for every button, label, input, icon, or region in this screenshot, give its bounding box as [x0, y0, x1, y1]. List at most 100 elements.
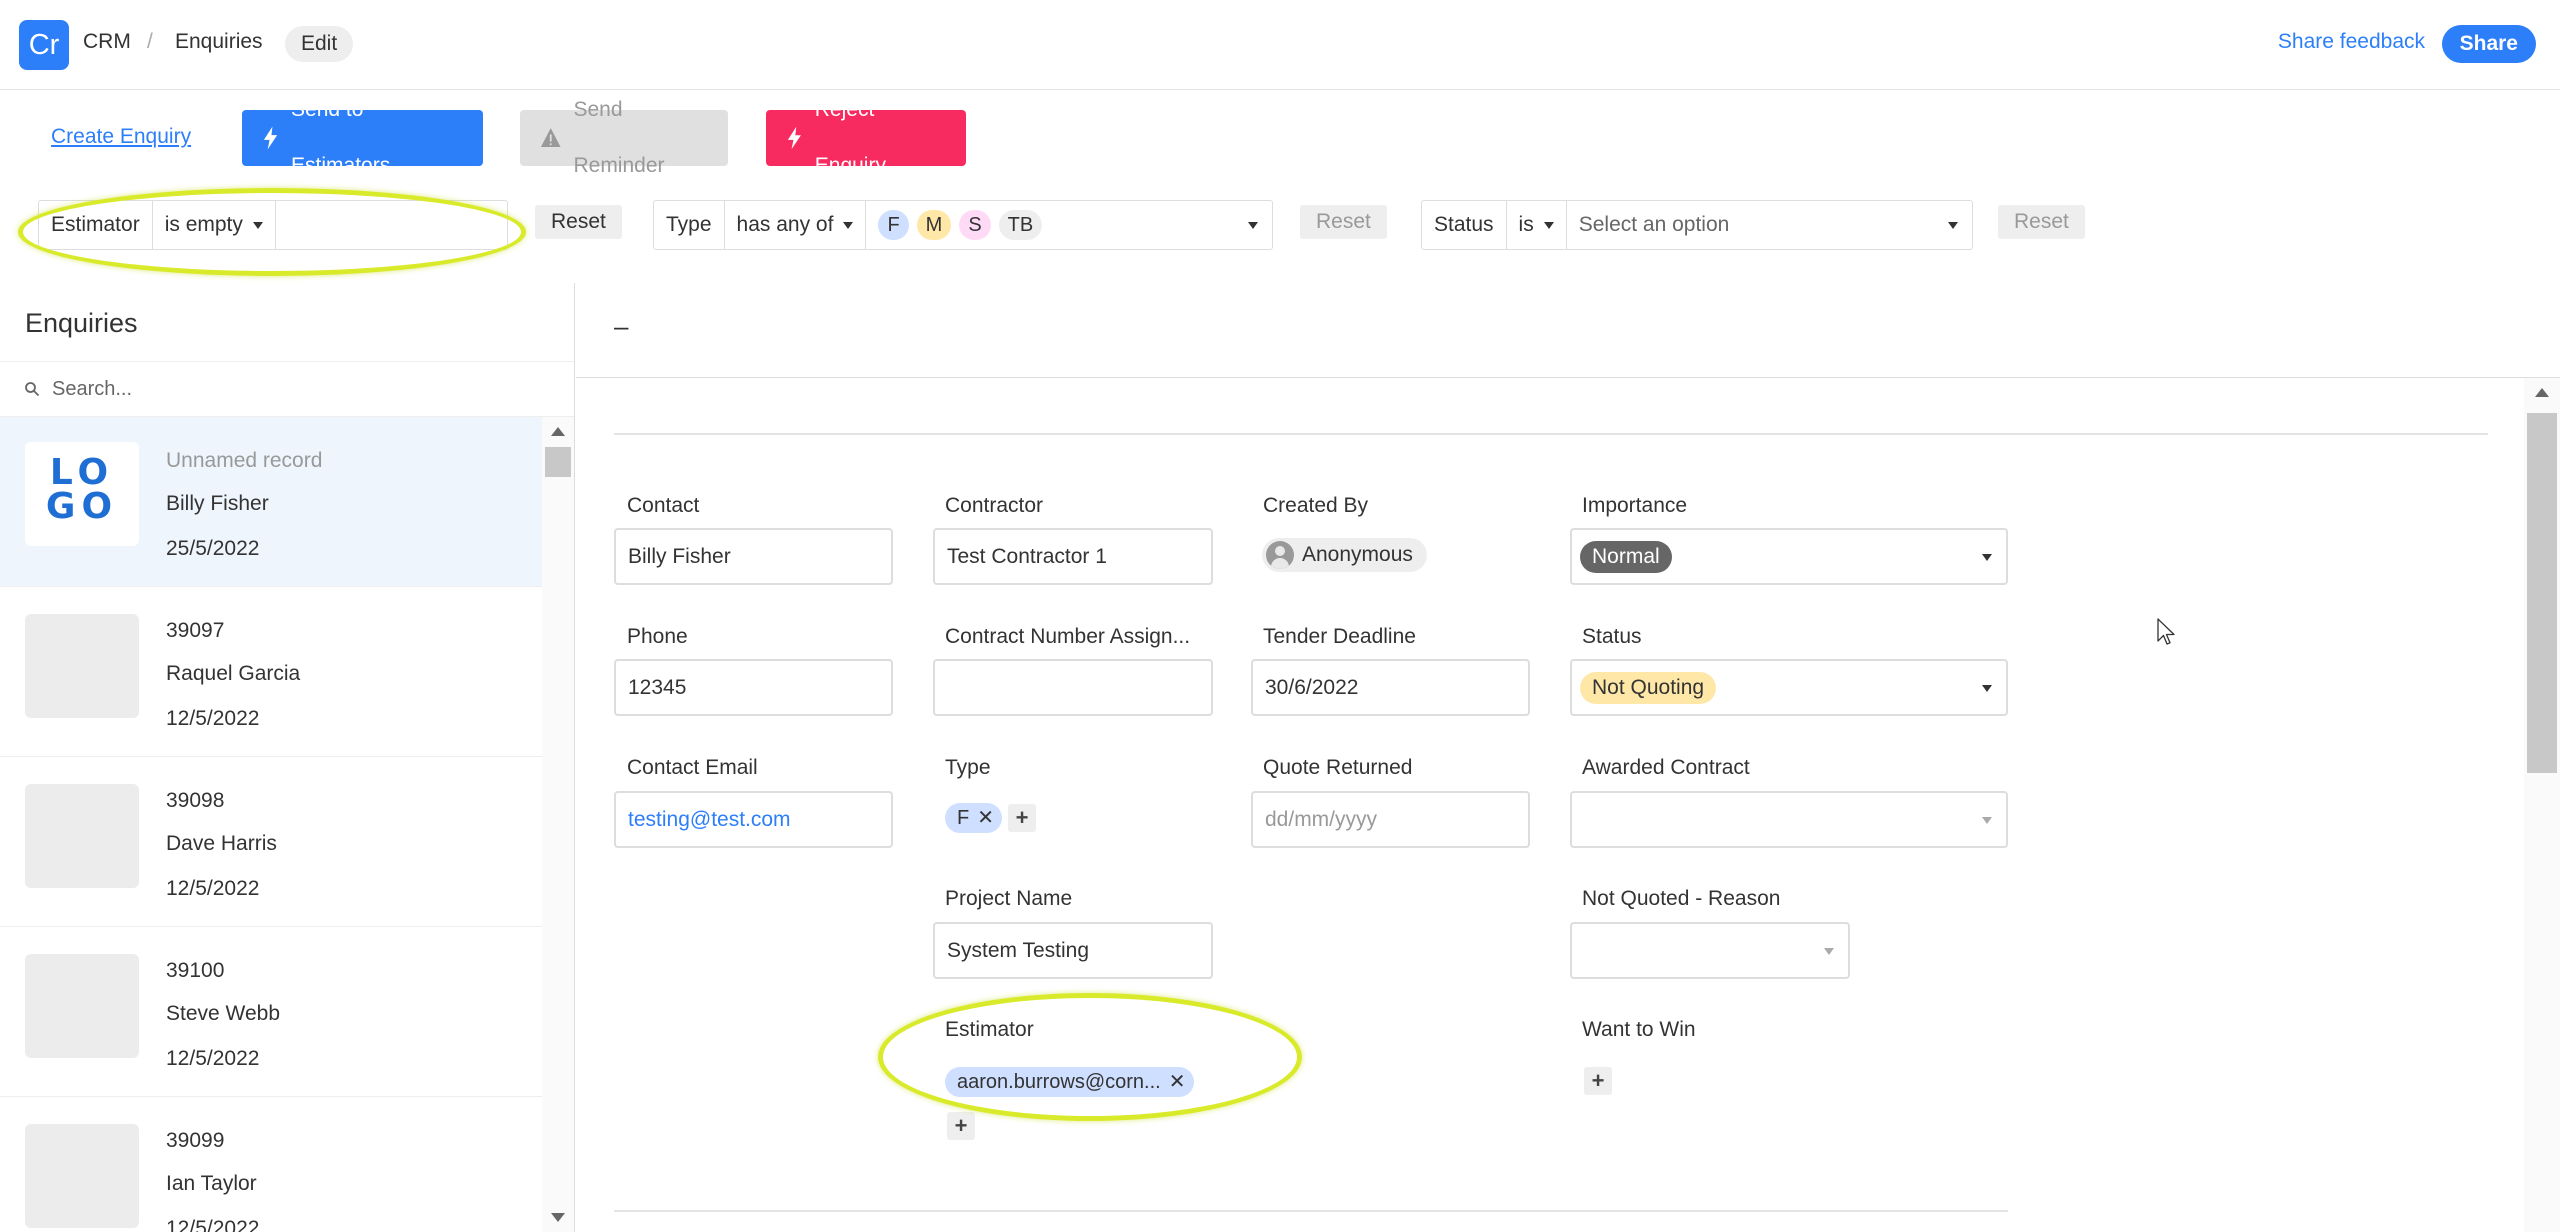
filter-operator-type[interactable]: has any of	[725, 201, 867, 249]
top-bar: Cr CRM / Enquiries Edit Share feedback S…	[0, 0, 2560, 90]
send-reminder-button[interactable]: Send Reminder	[520, 98, 728, 177]
type-filter: Type has any of F M S TB	[653, 200, 1273, 250]
list-item[interactable]: 39098 Dave Harris 12/5/2022	[0, 757, 542, 927]
estimator-chip: aaron.burrows@corn... ✕	[945, 1067, 1194, 1097]
status-filter-reset-button[interactable]: Reset	[1998, 205, 2085, 239]
close-icon[interactable]: ✕	[1169, 1067, 1186, 1097]
contract-number-field[interactable]	[933, 659, 1213, 716]
scroll-down-icon[interactable]	[551, 1213, 565, 1222]
close-icon[interactable]: ✕	[977, 803, 994, 833]
contractor-field[interactable]: Test Contractor 1	[933, 528, 1213, 585]
chevron-down-icon	[1982, 554, 1992, 561]
want-to-win-label: Want to Win	[1582, 1018, 1696, 1041]
importance-value: Normal	[1580, 541, 1672, 574]
filter-value-estimator[interactable]	[276, 201, 507, 249]
avatar	[1266, 541, 1294, 569]
share-feedback-link[interactable]: Share feedback	[2278, 30, 2425, 54]
record-title: 39099	[166, 1129, 225, 1152]
list-item[interactable]: LOGO Unnamed record Billy Fisher 25/5/20…	[0, 417, 542, 587]
type-tag-f: F	[878, 210, 909, 240]
record-title: 39100	[166, 959, 225, 982]
chevron-down-icon	[252, 221, 263, 229]
created-by-label: Created By	[1263, 494, 1369, 517]
chevron-down-icon	[1982, 817, 1992, 824]
filter-value-type[interactable]: F M S TB	[866, 201, 1272, 249]
mouse-cursor-icon	[2157, 618, 2175, 645]
type-chip: F ✕	[945, 803, 1002, 833]
type-filter-reset-button[interactable]: Reset	[1300, 205, 1387, 239]
chevron-down-icon	[1982, 685, 1992, 692]
record-thumbnail: LOGO	[25, 442, 139, 546]
share-button[interactable]: Share	[2441, 25, 2536, 63]
quote-returned-label: Quote Returned	[1263, 756, 1413, 779]
record-contact: Steve Webb	[166, 1002, 281, 1025]
list-scrollbar[interactable]	[542, 417, 574, 1232]
status-filter: Status is Select an option	[1421, 200, 1973, 250]
type-label: Type	[945, 756, 991, 779]
divider	[614, 1210, 2008, 1212]
list-item[interactable]: 39100 Steve Webb 12/5/2022	[0, 927, 542, 1097]
chevron-down-icon	[1824, 948, 1834, 955]
contact-email-link[interactable]: testing@test.com	[628, 808, 791, 831]
record-list: LOGO Unnamed record Billy Fisher 25/5/20…	[0, 417, 542, 1232]
filter-field-estimator[interactable]: Estimator	[39, 201, 153, 249]
filter-operator-status[interactable]: is	[1507, 201, 1567, 249]
estimator-label: Estimator	[945, 1018, 1034, 1041]
scroll-up-icon[interactable]	[551, 427, 565, 436]
edit-mode-badge[interactable]: Edit	[285, 26, 354, 62]
record-thumbnail	[25, 614, 139, 718]
detail-scrollbar[interactable]	[2524, 378, 2560, 1232]
scroll-up-icon[interactable]	[2535, 388, 2549, 397]
list-title: Enquiries	[25, 308, 138, 338]
project-name-field[interactable]: System Testing	[933, 922, 1213, 979]
reject-enquiry-button[interactable]: Reject Enquiry	[766, 98, 966, 177]
type-tag-m: M	[916, 210, 952, 240]
awarded-contract-select[interactable]	[1570, 791, 2008, 848]
created-by-user: Anonymous	[1262, 538, 1427, 572]
filter-operator-estimator[interactable]: is empty	[153, 201, 276, 249]
breadcrumb-crm[interactable]: CRM	[83, 30, 131, 54]
phone-field[interactable]: 12345	[614, 659, 893, 716]
estimator-filter-reset-button[interactable]: Reset	[535, 205, 622, 239]
chevron-down-icon	[1248, 222, 1258, 229]
contact-email-field[interactable]: testing@test.com	[614, 791, 893, 848]
scrollbar-thumb[interactable]	[2527, 413, 2557, 773]
scrollbar-thumb[interactable]	[545, 447, 571, 477]
record-thumbnail	[25, 954, 139, 1058]
filter-value-status[interactable]: Select an option	[1567, 201, 1972, 249]
estimator-filter: Estimator is empty	[38, 200, 508, 250]
record-contact: Raquel Garcia	[166, 662, 301, 685]
record-date: 12/5/2022	[166, 877, 260, 900]
filter-field-status[interactable]: Status	[1422, 201, 1507, 249]
contact-email-label: Contact Email	[627, 756, 758, 779]
record-date: 25/5/2022	[166, 537, 260, 560]
add-want-to-win-button[interactable]: +	[1584, 1067, 1612, 1095]
detail-header: –	[576, 283, 2560, 378]
record-contact: Ian Taylor	[166, 1172, 257, 1195]
list-item[interactable]: 39097 Raquel Garcia 12/5/2022	[0, 587, 542, 757]
quote-returned-field[interactable]: dd/mm/yyyy	[1251, 791, 1530, 848]
chevron-down-icon	[843, 221, 854, 229]
send-to-estimators-button[interactable]: Send to Estimators	[242, 98, 483, 177]
add-estimator-button[interactable]: +	[947, 1112, 975, 1140]
tender-deadline-field[interactable]: 30/6/2022	[1251, 659, 1530, 716]
record-title-heading: –	[614, 311, 629, 341]
create-enquiry-link[interactable]: Create Enquiry	[51, 125, 191, 149]
contact-field[interactable]: Billy Fisher	[614, 528, 893, 585]
chevron-down-icon	[1543, 221, 1554, 229]
contact-label: Contact	[627, 494, 700, 517]
add-type-button[interactable]: +	[1008, 804, 1036, 832]
search-input[interactable]	[52, 377, 532, 401]
status-select[interactable]: Not Quoting	[1570, 659, 2008, 716]
importance-select[interactable]: Normal	[1570, 528, 2008, 585]
record-title: Unnamed record	[166, 449, 323, 472]
not-quoted-reason-select[interactable]	[1570, 922, 1850, 979]
project-name-label: Project Name	[945, 887, 1073, 910]
list-item[interactable]: 39099 Ian Taylor 12/5/2022	[0, 1097, 542, 1232]
divider	[614, 433, 2488, 435]
contract-number-label: Contract Number Assign...	[945, 625, 1191, 648]
breadcrumb-enquiries[interactable]: Enquiries	[175, 30, 263, 54]
filter-field-type[interactable]: Type	[654, 201, 725, 249]
record-title: 39097	[166, 619, 225, 642]
app-icon[interactable]: Cr	[19, 20, 69, 70]
